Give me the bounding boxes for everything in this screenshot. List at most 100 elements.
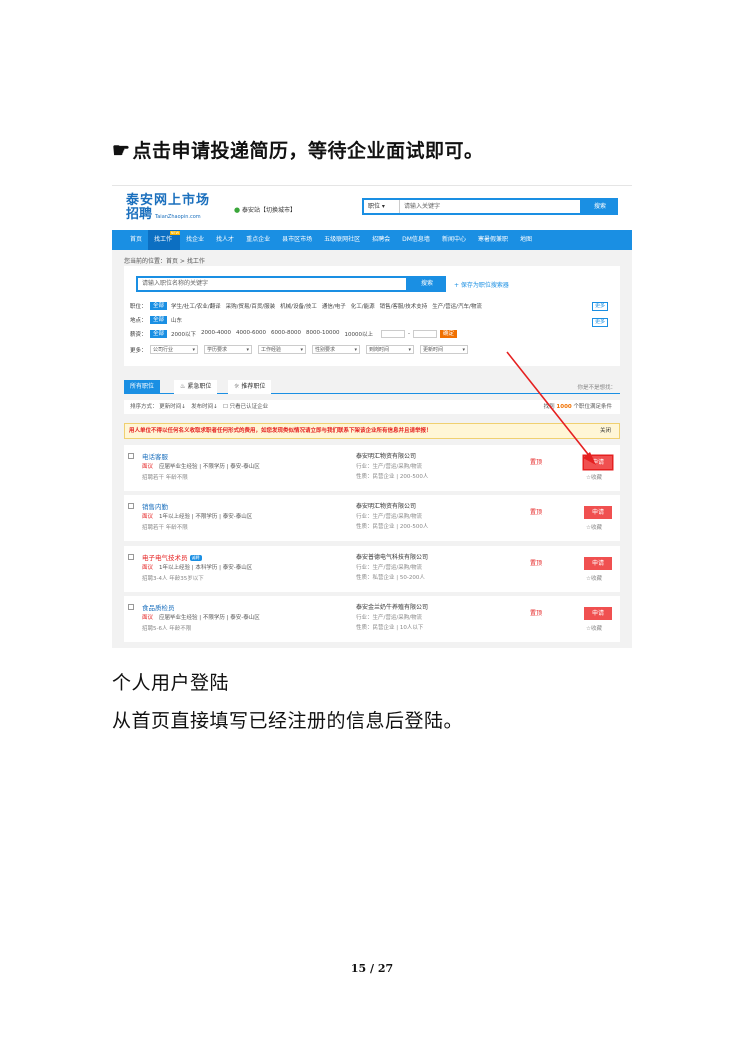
new-badge: NEW [169, 231, 181, 235]
job-title[interactable]: 电话客服 [142, 451, 168, 461]
salary-option[interactable]: 2000-4000 [201, 330, 231, 338]
nav-item[interactable]: 县市区市场 [276, 230, 318, 250]
filter-dropdown[interactable]: 更新时间 [420, 345, 468, 354]
favorite-button[interactable]: ☆收藏 [586, 523, 602, 531]
top-tag: 置顶 [530, 459, 543, 466]
job-category-option[interactable]: 机械/设备/技工 [280, 302, 317, 310]
salary-all-chip[interactable]: 全部 [150, 330, 168, 338]
company-name[interactable]: 泰安金兰奶牛养殖有限公司 [356, 602, 428, 611]
job-category-option[interactable]: 学生/社工/农业/翻译 [171, 302, 221, 310]
tab-urgent-jobs[interactable]: ♨ 紧急职位 [174, 380, 218, 394]
nav-item[interactable]: DM信息墙 [396, 230, 436, 250]
nav-item[interactable]: 寒暑假兼职 [472, 230, 514, 250]
job-requirements: 面议 1年以上经验 | 本科学历 | 泰安-泰山区 [142, 565, 253, 571]
job-checkbox[interactable] [128, 554, 134, 560]
apply-button[interactable]: 申请 [584, 456, 612, 469]
nav-item[interactable]: 找工作 NEW [148, 230, 181, 250]
filter-dropdown[interactable]: 公司行业 [150, 345, 198, 354]
company-nature: 性质：民营企业 | 200-500人 [356, 524, 429, 530]
company-name[interactable]: 泰安明汇物资有限公司 [356, 451, 416, 460]
nav-item[interactable]: 找人才 [210, 230, 240, 250]
salary-option[interactable]: 8000-10000 [306, 330, 339, 338]
notice-close-button[interactable]: 关闭 [600, 424, 611, 438]
city-switch[interactable]: 【切换城市】 [260, 207, 296, 214]
area-option[interactable]: 山东 [171, 316, 182, 324]
nav-item[interactable]: 五级联网社区 [318, 230, 366, 250]
area-more-button[interactable]: 更多 [591, 318, 608, 327]
favorite-button[interactable]: ☆收藏 [586, 624, 602, 632]
instruction-line: ☛ 点击申请投递简历，等待企业面试即可。 [112, 136, 483, 163]
job-meta: 招聘5-6人 年龄不限 [142, 626, 192, 632]
top-tag: 置顶 [530, 509, 543, 516]
nav-item[interactable]: 新闻中心 [436, 230, 472, 250]
nav-item[interactable]: 招聘会 [366, 230, 396, 250]
job-requirements: 面议 应届毕业生经验 | 不限学历 | 泰安-泰山区 [142, 615, 260, 621]
job-category-option[interactable]: 化工/能源 [351, 302, 375, 310]
filter-dropdown[interactable]: 性别要求 [312, 345, 360, 354]
tab-all-jobs[interactable]: 所有职位 [124, 380, 161, 394]
job-category-row: 职位： 全部 学生/社工/农业/翻译 采购/贸易/百货/服装 机械/设备/技工 通信/… [130, 302, 482, 310]
favorite-button[interactable]: ☆收藏 [586, 473, 602, 481]
keyword-input[interactable]: 请输入职位名称的关键字 [136, 276, 408, 292]
job-tabs: 所有职位 ♨ 紧急职位 ☼ 推荐职位 你是不是想找： [124, 380, 620, 394]
verified-checkbox[interactable]: ☐ 只看已认证企业 [223, 404, 268, 410]
job-more-button[interactable]: 更多 [591, 302, 608, 311]
job-checkbox[interactable] [128, 453, 134, 459]
job-category-option[interactable]: 生产/营运/汽车/物流 [432, 302, 482, 310]
more-filters-row: 更多： 公司行业学历要求工作经验性别要求到岗时间更新时间 [130, 345, 474, 354]
area-all-chip[interactable]: 全部 [150, 316, 168, 324]
sort-publish-time[interactable]: 发布时间↓ [191, 404, 218, 410]
job-category-option[interactable]: 通信/电子 [322, 302, 346, 310]
filter-dropdown[interactable]: 工作经验 [258, 345, 306, 354]
job-category-option[interactable]: 采购/贸易/百货/服装 [226, 302, 276, 310]
company-nature: 性质：民营企业 | 200-500人 [356, 474, 429, 480]
salary-option[interactable]: 4000-6000 [236, 330, 266, 338]
salary-confirm-button[interactable]: 确定 [439, 330, 457, 338]
job-all-chip[interactable]: 全部 [150, 302, 168, 310]
company-name[interactable]: 泰安明汇物资有限公司 [356, 501, 416, 510]
apply-button[interactable]: 申请 [584, 557, 612, 570]
favorite-button[interactable]: ☆收藏 [586, 574, 602, 582]
job-title[interactable]: 食品质检员 [142, 602, 175, 612]
bulb-icon: ☼ [234, 383, 240, 390]
city-name: 泰安站 [242, 207, 261, 214]
site-logo[interactable]: 泰安网上市场 招聘 TaianZhaopin.com [126, 194, 216, 222]
salary-max-input[interactable] [412, 330, 437, 338]
salary-option[interactable]: 6000-8000 [271, 330, 301, 338]
job-checkbox[interactable] [128, 503, 134, 509]
search-input[interactable]: 请输入关键字 [404, 200, 440, 213]
save-search-link[interactable]: + 保存为职位搜索器 [454, 280, 509, 289]
job-meta: 招聘若干 年龄不限 [142, 475, 188, 481]
city-selector[interactable]: ● 泰安站【切换城市】 [234, 205, 296, 214]
hiring-badge: 诚聘 [189, 555, 202, 561]
search-type-select[interactable]: 职位 ▾ [364, 200, 400, 213]
job-title[interactable]: 电子电气技术员 诚聘 [142, 552, 202, 562]
site-search-button[interactable]: 搜索 [582, 198, 618, 215]
job-title[interactable]: 销售内勤 [142, 501, 168, 511]
logo-url: TaianZhaopin.com [155, 213, 201, 220]
apply-button[interactable]: 申请 [584, 506, 612, 519]
nav-item[interactable]: 首页 [124, 230, 148, 250]
tab-recommended-jobs[interactable]: ☼ 推荐职位 [228, 380, 272, 394]
sort-bar: 排序方式： 更新时间↓ 发布时间↓ ☐ 只看已认证企业 找到 1000 个职位满… [124, 400, 620, 414]
sort-update-time[interactable]: 更新时间↓ [159, 404, 186, 410]
salary-option[interactable]: 2000以下 [171, 330, 196, 338]
job-category-option[interactable]: 销售/客服/技术支持 [380, 302, 428, 310]
company-name[interactable]: 泰安普德电气科技有限公司 [356, 552, 428, 561]
salary-min-input[interactable] [380, 330, 405, 338]
filter-dropdown[interactable]: 到岗时间 [366, 345, 414, 354]
salary-option[interactable]: 10000以上 [344, 330, 373, 338]
top-tag: 置顶 [530, 560, 543, 567]
nav-item[interactable]: 地图 [514, 230, 538, 250]
nav-item[interactable]: 重点企业 [240, 230, 276, 250]
filter-dropdown[interactable]: 学历要求 [204, 345, 252, 354]
job-checkbox[interactable] [128, 604, 134, 610]
keyword-search-button[interactable]: 搜索 [408, 276, 446, 292]
main-nav: 首页 找工作 NEW 找企业 找人才 重点企业 县市区市场 五级联网社区 招聘会 DM信息墙 新闻中… [112, 230, 632, 250]
area-row: 地点： 全部 山东 [130, 316, 183, 324]
nav-item[interactable]: 找企业 [180, 230, 210, 250]
job-requirements: 面议 应届毕业生经验 | 不限学历 | 泰安-泰山区 [142, 464, 260, 470]
company-nature: 性质：民营企业 | 10人以下 [356, 625, 424, 631]
job-meta: 招聘若干 年龄不限 [142, 525, 188, 531]
apply-button[interactable]: 申请 [584, 607, 612, 620]
